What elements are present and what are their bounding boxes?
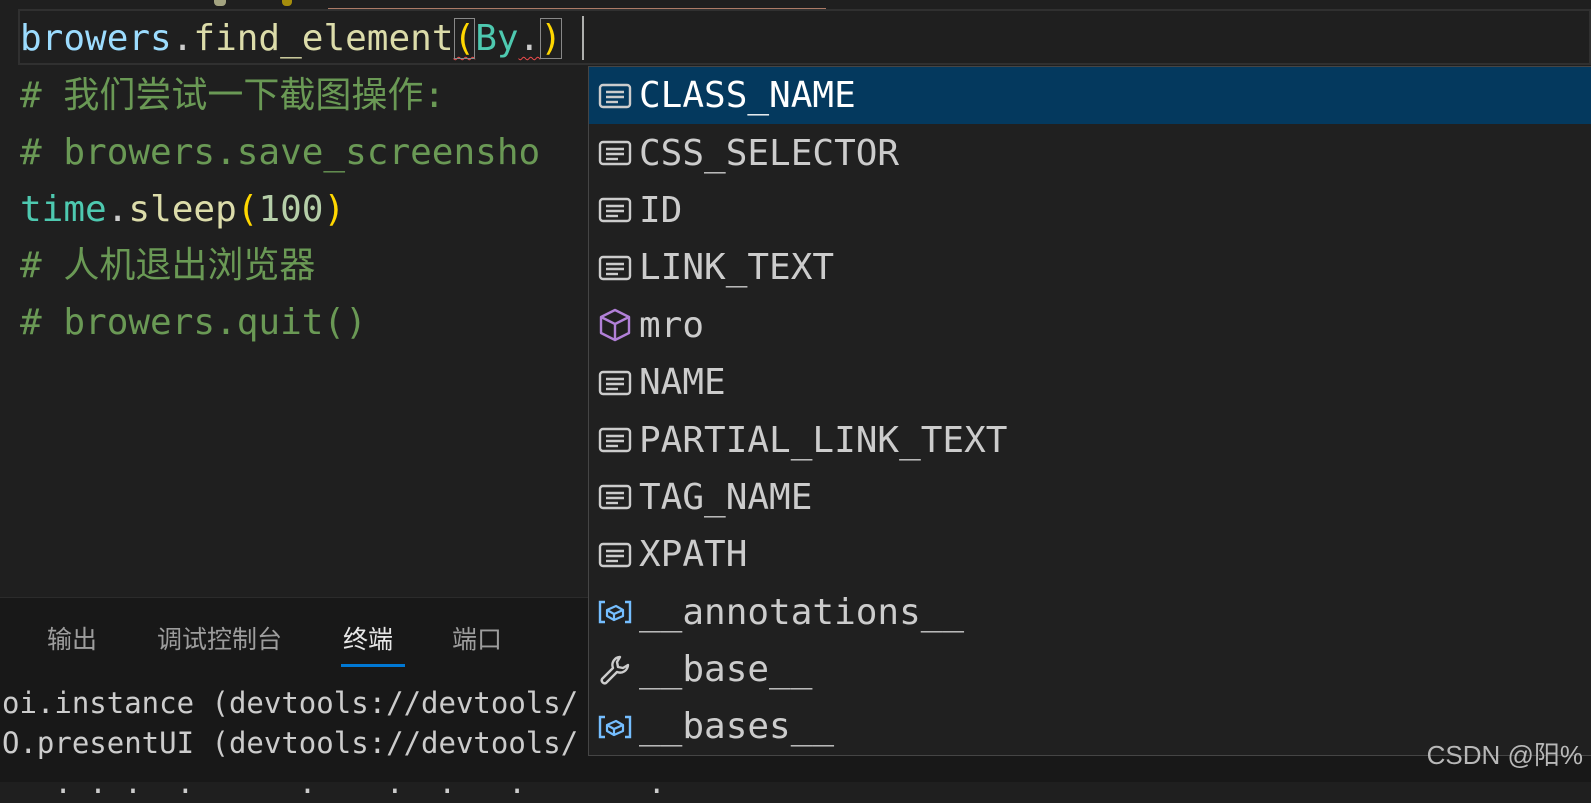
tab-output[interactable]: 输出 xyxy=(47,620,97,656)
token-class: By xyxy=(475,18,519,59)
code-line-comment[interactable]: # browers.save_screensho xyxy=(20,125,540,181)
token-open-paren: ( xyxy=(236,189,259,230)
token-dot: . xyxy=(106,189,129,230)
token-close-paren: ) xyxy=(323,189,346,230)
token-function: sleep xyxy=(128,189,237,230)
suggestion-label: TAG_NAME xyxy=(639,476,813,518)
suggestion-item[interactable]: PARTIAL_LINK_TEXT xyxy=(589,411,1591,468)
suggestion-item[interactable]: XPATH xyxy=(589,526,1591,583)
token-dot: . xyxy=(518,18,541,59)
terminal-line: oi.instance (devtools://devtools/ xyxy=(2,686,579,720)
code-line-comment[interactable]: # 人机退出浏览器 xyxy=(20,238,315,294)
suggestion-item[interactable]: ID xyxy=(589,182,1591,239)
terminal-line: . . . . . . . . . xyxy=(2,766,666,800)
tab-debug-console[interactable]: 调试控制台 xyxy=(157,620,282,656)
code-line-find-element[interactable]: browers.find_element(By.) xyxy=(20,11,562,67)
suggestion-item[interactable]: __annotations__ xyxy=(589,584,1591,641)
active-tab-indicator xyxy=(341,664,405,667)
enum-member-icon xyxy=(593,361,637,405)
suggestion-label: __annotations__ xyxy=(639,591,965,633)
autocomplete-suggestion-list[interactable]: CLASS_NAME CSS_SELECTOR ID LINK_TEXTmro NAME… xyxy=(588,66,1591,756)
suggestion-label: PARTIAL_LINK_TEXT xyxy=(639,419,1008,461)
suggestion-label: __bases__ xyxy=(639,706,835,748)
code-line-sleep[interactable]: time.sleep(100) xyxy=(20,182,345,238)
panel-tab-bar: 输出 调试控制台 终端 端口 xyxy=(0,598,600,670)
token-number: 100 xyxy=(258,189,324,230)
suggestion-label: XPATH xyxy=(639,534,748,576)
suggestion-label: __base__ xyxy=(639,649,813,691)
enum-member-icon xyxy=(593,533,637,577)
code-line-comment[interactable]: # browers.quit() xyxy=(20,295,367,351)
suggestion-label: CSS_SELECTOR xyxy=(639,132,900,174)
clipped-line-fragment xyxy=(282,0,292,6)
token-open-paren: ( xyxy=(453,18,476,59)
variable-icon xyxy=(593,590,637,634)
watermark: CSDN @阳% xyxy=(1426,740,1583,770)
suggestion-item[interactable]: CSS_SELECTOR xyxy=(589,124,1591,181)
token-dot: . xyxy=(171,18,194,59)
enum-member-icon xyxy=(593,74,637,118)
tab-terminal[interactable]: 终端 xyxy=(343,620,393,656)
clipped-line-fragment xyxy=(214,0,226,6)
suggestion-item[interactable]: TAG_NAME xyxy=(589,469,1591,526)
token-variable: browers xyxy=(20,18,172,59)
text-cursor xyxy=(582,16,584,60)
enum-member-icon xyxy=(593,475,637,519)
enum-member-icon xyxy=(593,246,637,290)
suggestion-label: mro xyxy=(639,304,705,346)
suggestion-item[interactable]: __base__ xyxy=(589,641,1591,698)
variable-icon xyxy=(593,705,637,749)
enum-member-icon xyxy=(593,418,637,462)
suggestion-item[interactable]: mro xyxy=(589,297,1591,354)
token-function: find_element xyxy=(193,18,454,59)
suggestion-label: LINK_TEXT xyxy=(639,247,835,289)
code-line-comment[interactable]: # 我们尝试一下截图操作: xyxy=(20,68,445,124)
enum-member-icon xyxy=(593,131,637,175)
method-cube-icon xyxy=(593,303,637,347)
suggestion-label: ID xyxy=(639,189,683,231)
tab-ports[interactable]: 端口 xyxy=(452,620,502,656)
terminal-line: O.presentUI (devtools://devtools/ xyxy=(2,726,579,760)
enum-member-icon xyxy=(593,188,637,232)
suggestion-item[interactable]: NAME xyxy=(589,354,1591,411)
suggestion-item[interactable]: CLASS_NAME xyxy=(589,67,1591,125)
suggestion-label: CLASS_NAME xyxy=(639,75,856,117)
wrench-icon xyxy=(593,648,637,692)
token-module: time xyxy=(20,189,107,230)
suggestion-item[interactable]: LINK_TEXT xyxy=(589,239,1591,296)
suggestion-label: NAME xyxy=(639,362,726,404)
token-close-paren: ) xyxy=(540,18,562,59)
